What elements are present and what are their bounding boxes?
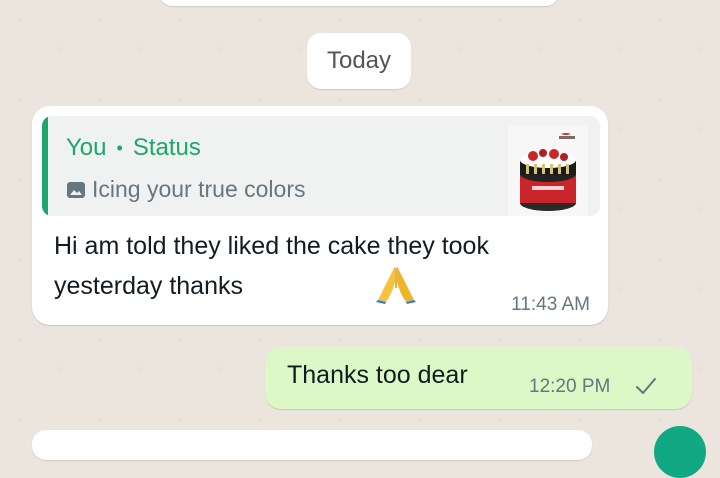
outgoing-message-bubble[interactable]: Thanks too dear 12:20 PM [265,347,692,409]
reply-separator: • [116,137,123,158]
next-message-bubble[interactable] [32,430,592,460]
reply-author-line: You • Status [66,134,201,162]
incoming-message-time: 11:43 AM [511,294,590,315]
reply-source: Status [132,134,201,161]
incoming-message-bubble[interactable]: You • Status Icing your true colors Hi a… [32,106,608,325]
outgoing-message-text: Thanks too dear [287,361,468,389]
scroll-down-button[interactable] [654,426,706,478]
single-check-icon [636,378,656,394]
reply-accent-bar [42,116,48,216]
incoming-message-text: Hi am told they liked the cake they took… [54,232,489,300]
outgoing-message-time: 12:20 PM [529,376,611,397]
status-reply-quote[interactable]: You • Status Icing your true colors [42,116,600,216]
date-divider: Today [307,33,411,89]
reply-author: You [66,134,107,161]
reply-caption-line: Icing your true colors [66,176,305,203]
cake-thumbnail[interactable] [508,126,588,216]
previous-message-bubble[interactable] [160,0,558,6]
date-divider-label: Today [326,47,392,74]
reply-caption: Icing your true colors [92,176,306,202]
folded-hands-emoji [376,266,416,304]
photo-icon [67,181,85,198]
